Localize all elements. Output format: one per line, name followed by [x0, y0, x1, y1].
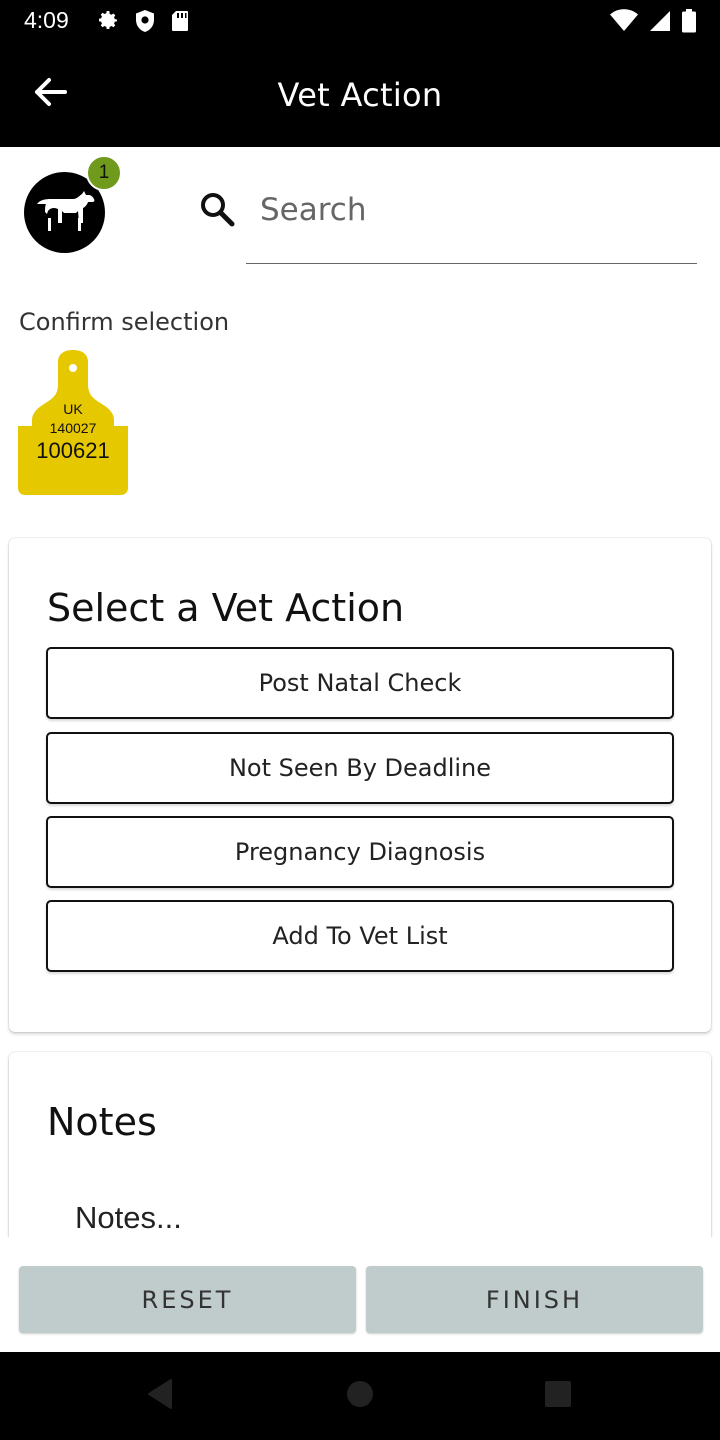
- gear-icon: [96, 9, 120, 37]
- sd-card-icon: [170, 9, 190, 37]
- search-input[interactable]: [260, 188, 680, 232]
- status-bar: 4:09: [0, 0, 720, 46]
- signal-icon: [648, 9, 672, 37]
- status-icons-right: [610, 9, 696, 37]
- notes-input[interactable]: [75, 1196, 655, 1240]
- selection-count-badge: 1: [86, 155, 122, 191]
- status-icons-left: [96, 9, 190, 37]
- battery-icon: [682, 9, 696, 37]
- triangle-back-icon: [145, 1378, 175, 1414]
- ear-tag[interactable]: UK 140027 100621: [18, 350, 128, 495]
- confirm-selection-label: Confirm selection: [19, 308, 230, 336]
- app-bar: Vet Action: [0, 46, 720, 147]
- square-recents-icon: [543, 1379, 573, 1413]
- wifi-icon: [610, 9, 638, 37]
- search-icon[interactable]: [198, 190, 236, 228]
- add-to-vet-list-button[interactable]: Add To Vet List: [46, 900, 674, 972]
- notes-title: Notes: [47, 1100, 157, 1144]
- nav-back-button[interactable]: [140, 1376, 180, 1416]
- vet-action-card: Select a Vet Action Post Natal Check Not…: [9, 538, 711, 1032]
- circle-home-icon: [345, 1379, 375, 1413]
- search-field: [246, 180, 697, 264]
- vet-action-title: Select a Vet Action: [47, 586, 405, 630]
- pregnancy-diagnosis-button[interactable]: Pregnancy Diagnosis: [46, 816, 674, 888]
- shield-icon: [134, 9, 156, 37]
- tag-animal-number: 100621: [36, 438, 110, 463]
- finish-button[interactable]: FINISH: [366, 1266, 703, 1333]
- reset-button[interactable]: RESET: [19, 1266, 356, 1333]
- nav-home-button[interactable]: [340, 1376, 380, 1416]
- nav-recents-button[interactable]: [538, 1376, 578, 1416]
- post-natal-check-button[interactable]: Post Natal Check: [46, 647, 674, 719]
- not-seen-by-deadline-button[interactable]: Not Seen By Deadline: [46, 732, 674, 804]
- tag-herd-number: 140027: [49, 420, 97, 436]
- status-time: 4:09: [24, 7, 69, 33]
- system-nav-bar: [0, 1352, 720, 1440]
- tag-country: UK: [63, 401, 83, 417]
- page-title: Vet Action: [277, 76, 443, 114]
- cow-icon: [34, 190, 96, 236]
